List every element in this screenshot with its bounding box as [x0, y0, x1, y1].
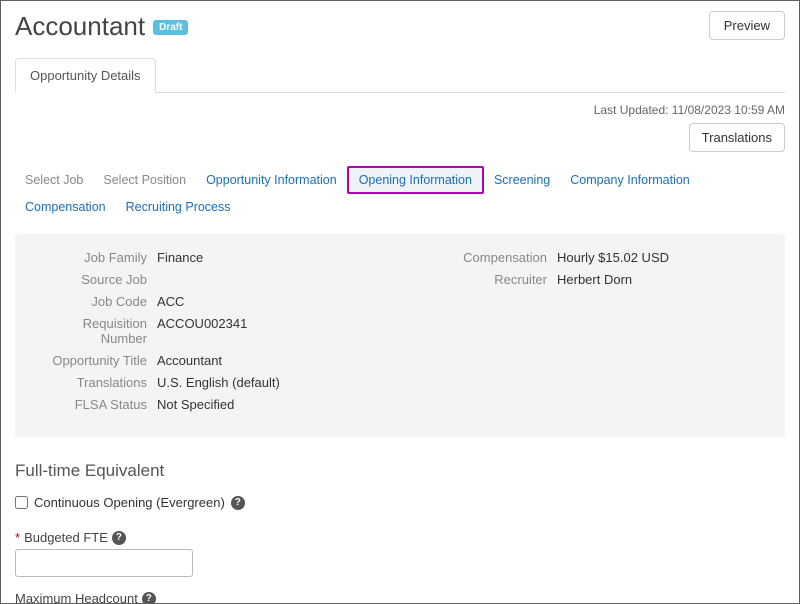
- help-icon[interactable]: ?: [142, 592, 156, 604]
- translations-button[interactable]: Translations: [689, 123, 785, 152]
- subtab-recruiting-process[interactable]: Recruiting Process: [116, 194, 241, 220]
- kv-translations: Translations U.S. English (default): [33, 375, 417, 390]
- header-row: Accountant Draft Preview: [15, 11, 785, 42]
- value-opportunity-title: Accountant: [157, 353, 222, 368]
- kv-compensation: Compensation Hourly $15.02 USD: [447, 250, 767, 265]
- field-max-headcount: Maximum Headcount ?: [15, 591, 785, 604]
- last-updated-value: 11/08/2023 10:59 AM: [672, 103, 785, 117]
- page-title: Accountant: [15, 11, 145, 42]
- kv-requisition-number: Requisition Number ACCOU002341: [33, 316, 417, 346]
- label-source-job: Source Job: [33, 272, 157, 287]
- value-job-code: ACC: [157, 294, 184, 309]
- label-translations: Translations: [33, 375, 157, 390]
- tab-opportunity-details[interactable]: Opportunity Details: [15, 58, 156, 93]
- label-requisition-number: Requisition Number: [33, 316, 157, 346]
- value-flsa-status: Not Specified: [157, 397, 234, 412]
- translations-button-wrap: Translations: [15, 123, 785, 152]
- label-budgeted-fte: * Budgeted FTE ?: [15, 530, 785, 545]
- budgeted-fte-label-text: Budgeted FTE: [24, 530, 108, 545]
- subtab-opportunity-information[interactable]: Opportunity Information: [196, 167, 347, 193]
- value-requisition-number: ACCOU002341: [157, 316, 247, 346]
- kv-recruiter: Recruiter Herbert Dorn: [447, 272, 767, 287]
- label-compensation: Compensation: [447, 250, 557, 265]
- last-updated-label: Last Updated:: [594, 103, 669, 117]
- budgeted-fte-input[interactable]: [15, 549, 193, 577]
- label-opportunity-title: Opportunity Title: [33, 353, 157, 368]
- status-badge: Draft: [153, 20, 188, 35]
- value-job-family: Finance: [157, 250, 203, 265]
- value-compensation: Hourly $15.02 USD: [557, 250, 669, 265]
- subtab-select-job: Select Job: [15, 167, 93, 193]
- continuous-opening-row: Continuous Opening (Evergreen) ?: [15, 495, 785, 510]
- kv-flsa-status: FLSA Status Not Specified: [33, 397, 417, 412]
- value-translations: U.S. English (default): [157, 375, 280, 390]
- preview-button[interactable]: Preview: [709, 11, 785, 40]
- kv-source-job: Source Job: [33, 272, 417, 287]
- section-header-fte: Full-time Equivalent: [15, 461, 785, 481]
- subtab-row: Select Job Select Position Opportunity I…: [15, 166, 785, 220]
- summary-box: Job Family Finance Source Job Job Code A…: [15, 234, 785, 437]
- summary-right: Compensation Hourly $15.02 USD Recruiter…: [447, 250, 767, 419]
- help-icon[interactable]: ?: [112, 531, 126, 545]
- subtab-company-information[interactable]: Company Information: [560, 167, 700, 193]
- kv-job-family: Job Family Finance: [33, 250, 417, 265]
- subtab-select-position: Select Position: [93, 167, 196, 193]
- label-max-headcount: Maximum Headcount ?: [15, 591, 785, 604]
- label-job-code: Job Code: [33, 294, 157, 309]
- label-recruiter: Recruiter: [447, 272, 557, 287]
- app-frame: Accountant Draft Preview Opportunity Det…: [0, 0, 800, 604]
- help-icon[interactable]: ?: [231, 496, 245, 510]
- kv-job-code: Job Code ACC: [33, 294, 417, 309]
- subtab-opening-information[interactable]: Opening Information: [347, 166, 484, 194]
- subtab-compensation[interactable]: Compensation: [15, 194, 116, 220]
- required-star-icon: *: [15, 530, 20, 545]
- label-job-family: Job Family: [33, 250, 157, 265]
- kv-opportunity-title: Opportunity Title Accountant: [33, 353, 417, 368]
- label-flsa-status: FLSA Status: [33, 397, 157, 412]
- subtab-screening[interactable]: Screening: [484, 167, 560, 193]
- main-tab-row: Opportunity Details: [15, 58, 785, 93]
- value-recruiter: Herbert Dorn: [557, 272, 632, 287]
- last-updated-row: Last Updated: 11/08/2023 10:59 AM: [15, 103, 785, 117]
- max-headcount-label-text: Maximum Headcount: [15, 591, 138, 604]
- continuous-opening-label: Continuous Opening (Evergreen): [34, 495, 225, 510]
- field-budgeted-fte: * Budgeted FTE ?: [15, 530, 785, 577]
- title-wrap: Accountant Draft: [15, 11, 188, 42]
- summary-left: Job Family Finance Source Job Job Code A…: [33, 250, 417, 419]
- continuous-opening-checkbox[interactable]: [15, 496, 28, 509]
